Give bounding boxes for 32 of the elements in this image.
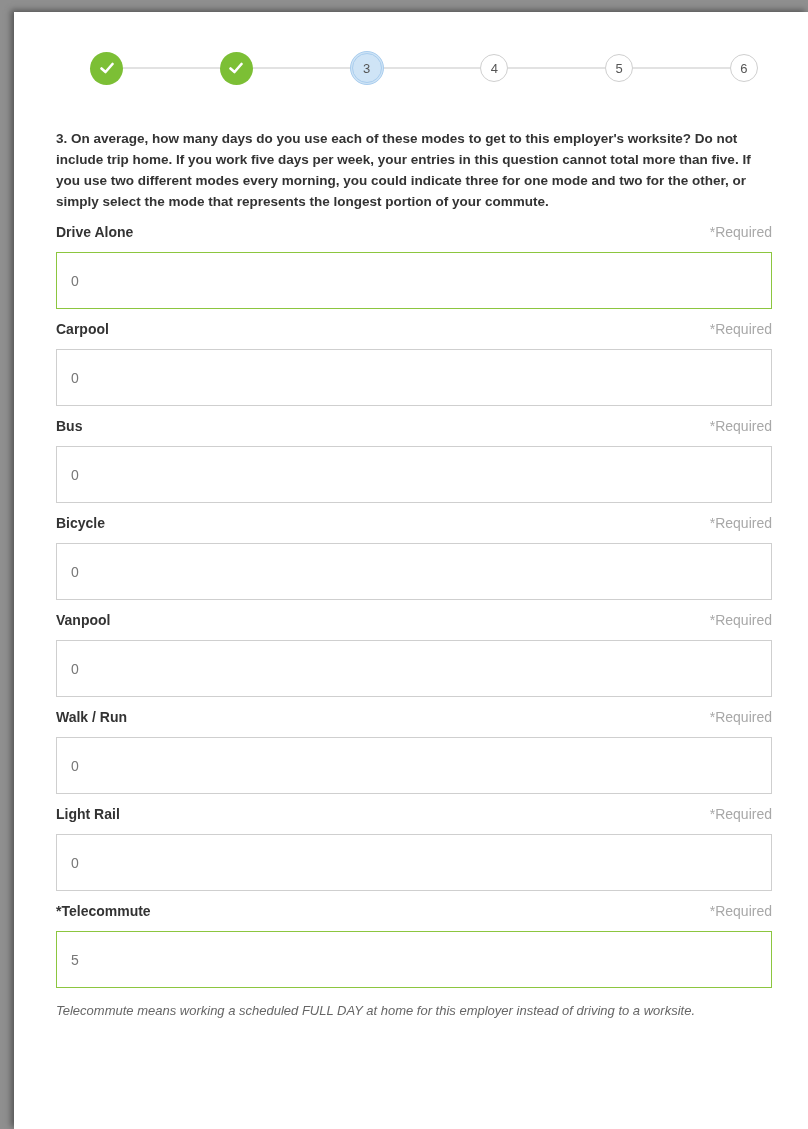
required-note: *Required (709, 806, 772, 822)
step-number[interactable]: 5 (605, 54, 634, 82)
step-number[interactable]: 6 (730, 54, 758, 82)
field-label: Carpool (56, 321, 109, 337)
required-note: *Required (709, 709, 772, 725)
field-label: Light Rail (56, 806, 120, 822)
required-note: *Required (709, 903, 772, 919)
field-label: Bus (56, 418, 83, 434)
required-note: *Required (709, 224, 772, 240)
input-field[interactable]: 0 (56, 640, 772, 697)
required-note: *Required (709, 321, 772, 337)
step-number[interactable]: 3 (349, 51, 384, 85)
required-note: *Required (709, 515, 772, 531)
field-label: Drive Alone (56, 224, 134, 240)
field-label: *Telecommute (56, 903, 151, 919)
input-field[interactable]: 0 (56, 349, 772, 406)
required-note: *Required (709, 418, 772, 434)
field-label: Vanpool (56, 612, 111, 628)
input-field[interactable]: 0 (56, 446, 772, 503)
help-text: Telecommute means working a scheduled FULL DAY at home for this employer instead of driving to a worksite. (56, 1002, 696, 1020)
input-field[interactable]: 0 (56, 834, 772, 891)
step-number[interactable]: 4 (480, 54, 509, 82)
input-field[interactable]: 0 (56, 737, 772, 794)
step-complete-icon[interactable] (90, 51, 123, 85)
required-note: *Required (709, 612, 772, 628)
question-text: 3. On average, how many days do you use each of these modes to get to this employer's worksite? Do not include trip home. If you work five days per week, your entries in this question cannot total more than five. If you use two different modes every morning, you could indicate three for one mode and two for the other, or simply select the mode that represents the longest portion of your commute. (56, 130, 752, 211)
input-field[interactable]: 0 (56, 252, 772, 309)
input-field[interactable]: 5 (56, 931, 772, 988)
input-field[interactable]: 0 (56, 543, 772, 600)
field-label: Walk / Run (56, 709, 128, 725)
field-label: Bicycle (56, 515, 106, 531)
step-complete-icon[interactable] (219, 51, 253, 85)
